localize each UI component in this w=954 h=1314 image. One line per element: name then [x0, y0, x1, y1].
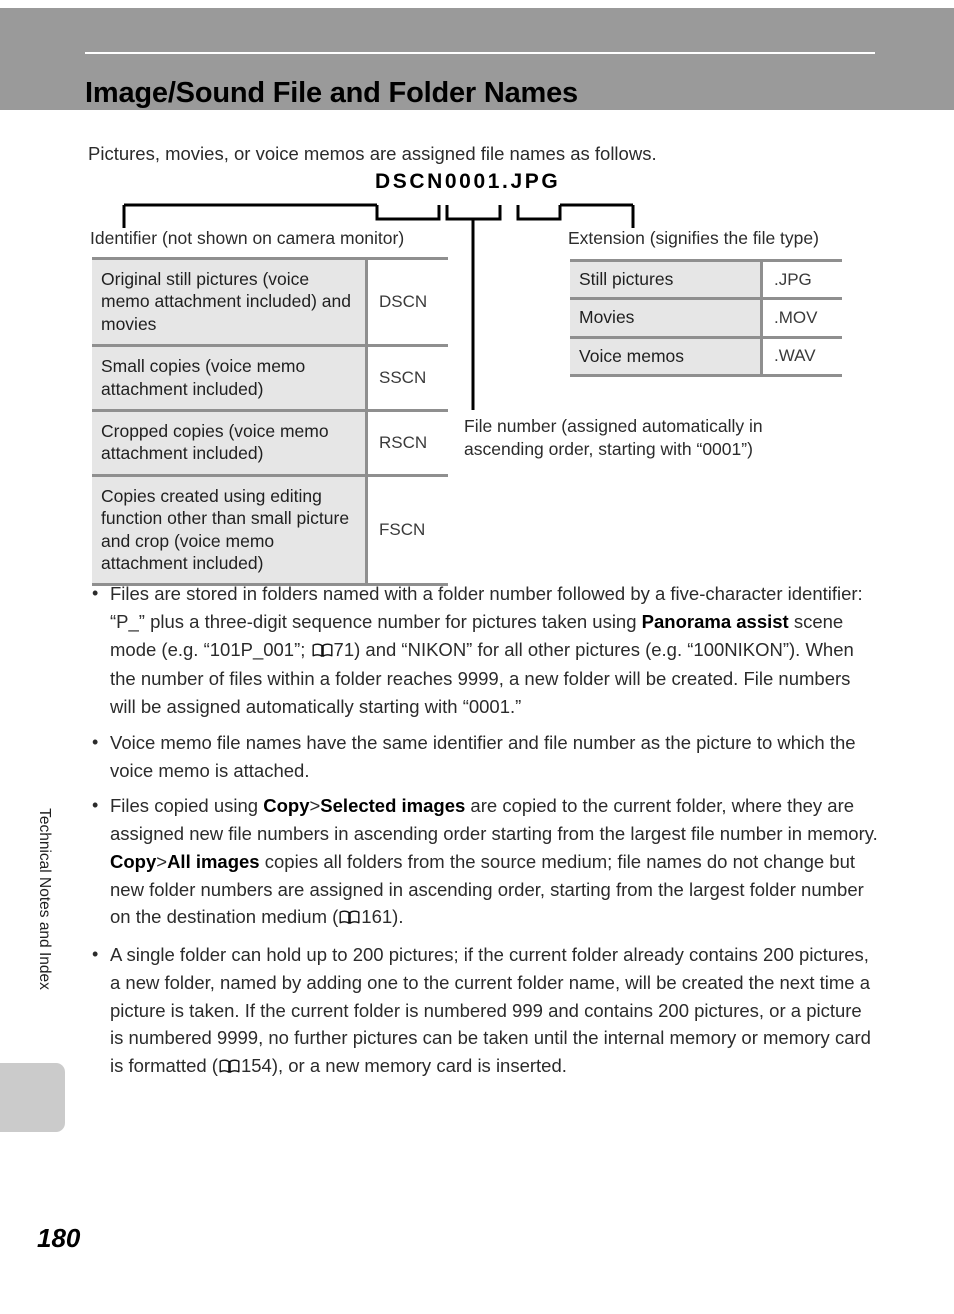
- list-item: • Files copied using Copy>Selected image…: [88, 792, 878, 933]
- page-reference: 154: [240, 1055, 272, 1076]
- section-side-tab: [0, 1063, 65, 1132]
- list-item-text: Files copied using Copy>Selected images …: [110, 792, 878, 933]
- table-row: Movies .MOV: [570, 300, 842, 336]
- bullet-marker: •: [92, 795, 99, 816]
- extension-code: .JPG: [760, 262, 842, 298]
- bullet-marker: •: [92, 731, 99, 752]
- header-rule: [85, 52, 875, 54]
- identifier-table: Original still pictures (voice memo atta…: [92, 257, 448, 587]
- list-item-text: A single folder can hold up to 200 pictu…: [110, 941, 878, 1082]
- table-row: Copies created using editing function ot…: [92, 476, 448, 584]
- identifier-code: RSCN: [365, 411, 448, 474]
- identifier-code: FSCN: [365, 476, 448, 584]
- emphasis-panorama-assist: Panorama assist: [641, 610, 789, 632]
- extension-caption: Extension (signifies the file type): [568, 228, 819, 248]
- bullet-marker: •: [92, 944, 99, 964]
- table-row: Cropped copies (voice memo attachment in…: [92, 411, 448, 474]
- page-number: 180: [37, 1223, 81, 1253]
- extension-table: Still pictures .JPG Movies .MOV Voice me…: [570, 259, 842, 378]
- emphasis-copy: Copy: [110, 850, 157, 872]
- list-item: • A single folder can hold up to 200 pic…: [88, 941, 878, 1082]
- identifier-code: SSCN: [365, 347, 448, 409]
- bullet-marker: •: [92, 583, 99, 603]
- emphasis-copy: Copy: [263, 795, 310, 817]
- menu-separator: >: [156, 850, 168, 872]
- list-item-text: Files are stored in folders named with a…: [110, 580, 878, 721]
- intro-paragraph: Pictures, movies, or voice memos are ass…: [88, 142, 657, 164]
- table-divider: [570, 374, 842, 378]
- text-fragment: Voice memo file names have the same iden…: [110, 731, 856, 781]
- identifier-description: Original still pictures (voice memo atta…: [92, 260, 365, 345]
- identifier-description: Cropped copies (voice memo attachment in…: [92, 411, 365, 474]
- identifier-description: Small copies (voice memo attachment incl…: [92, 347, 365, 409]
- page-reference: 161: [361, 906, 393, 928]
- notes-list: • Files are stored in folders named with…: [88, 580, 878, 1090]
- table-row: Small copies (voice memo attachment incl…: [92, 347, 448, 409]
- table-row: Original still pictures (voice memo atta…: [92, 260, 448, 345]
- extension-description: Voice memos: [570, 338, 760, 375]
- identifier-description: Copies created using editing function ot…: [92, 476, 365, 584]
- extension-code: .MOV: [760, 300, 842, 336]
- page-reference: 71: [333, 638, 355, 660]
- emphasis-all-images: All images: [167, 850, 260, 872]
- page-title: Image/Sound File and Folder Names: [85, 77, 578, 110]
- book-reference-icon: [312, 638, 333, 666]
- menu-separator: >: [309, 795, 321, 817]
- file-number-caption: File number (assigned automatically in a…: [464, 416, 763, 460]
- extension-code: .WAV: [760, 338, 842, 375]
- list-item: • Files are stored in folders named with…: [88, 580, 878, 721]
- identifier-code: DSCN: [365, 260, 448, 345]
- emphasis-selected-images: Selected images: [320, 795, 466, 817]
- section-side-label: Technical Notes and Index: [36, 808, 53, 990]
- book-reference-icon: [339, 905, 360, 933]
- filename-sample: DSCN0001.JPG: [375, 170, 561, 193]
- list-item-text: Voice memo file names have the same iden…: [110, 729, 878, 785]
- text-fragment: Files copied using: [110, 795, 264, 817]
- extension-description: Still pictures: [570, 262, 760, 298]
- identifier-caption: Identifier (not shown on camera monitor): [90, 228, 405, 248]
- table-row: Voice memos .WAV: [570, 338, 842, 375]
- book-reference-icon: [219, 1054, 240, 1082]
- extension-description: Movies: [570, 300, 760, 336]
- text-fragment: ).: [392, 906, 404, 928]
- table-row: Still pictures .JPG: [570, 262, 842, 298]
- text-fragment: ), or a new memory card is inserted.: [271, 1055, 567, 1076]
- list-item: • Voice memo file names have the same id…: [88, 729, 878, 785]
